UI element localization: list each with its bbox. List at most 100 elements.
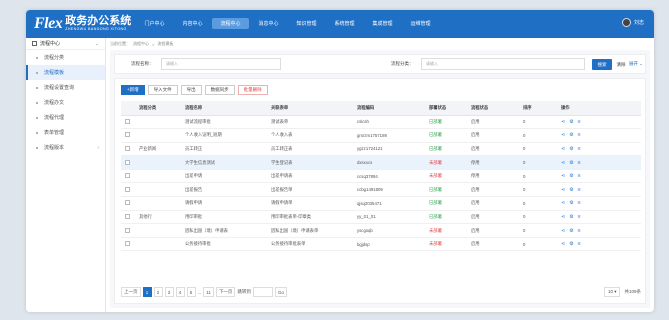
share-icon[interactable]: ⋖: [561, 241, 565, 247]
nav-item-system[interactable]: 系统管理: [326, 18, 363, 29]
deploy-cell: 已部署: [425, 196, 467, 211]
row-checkbox[interactable]: [125, 159, 130, 165]
nav-item-ops[interactable]: 运维管理: [402, 18, 439, 29]
settings-icon[interactable]: ⚙: [569, 187, 573, 193]
share-icon[interactable]: ⋖: [561, 187, 565, 193]
table-row[interactable]: 其他行 用印审批 用印审批表单-印章类 yy_01_01 已部署 启用 0 ⋖ ⚙ ≡: [121, 210, 641, 225]
table-row[interactable]: 出差申请 出差申请表 ccsq37894 未部署 停用 0 ⋖ ⚙ ≡: [121, 169, 641, 184]
name-search-input[interactable]: 请输入: [161, 58, 281, 70]
settings-icon[interactable]: ⚙: [569, 200, 573, 206]
nav-item-portal[interactable]: 门户中心: [136, 18, 173, 29]
code-cell: qjsq2035471: [353, 196, 425, 211]
row-checkbox[interactable]: [125, 241, 130, 247]
import-button[interactable]: 导入文件: [147, 85, 178, 95]
menu-icon[interactable]: ≡: [578, 200, 581, 206]
row-checkbox[interactable]: [125, 227, 130, 233]
settings-icon[interactable]: ⚙: [569, 173, 573, 179]
share-icon[interactable]: ⋖: [561, 214, 565, 220]
nav-item-message[interactable]: 消息中心: [250, 18, 287, 29]
settings-icon[interactable]: ⚙: [569, 146, 573, 152]
settings-icon[interactable]: ⚙: [569, 214, 573, 220]
menu-icon[interactable]: ≡: [578, 228, 581, 234]
sidebar-item-label: 流程分类: [44, 55, 65, 61]
next-page-button[interactable]: 下一页: [215, 287, 236, 297]
menu-icon[interactable]: ≡: [578, 241, 581, 247]
share-icon[interactable]: ⋖: [561, 119, 565, 125]
share-icon[interactable]: ⋖: [561, 146, 565, 152]
category-search-input[interactable]: 请输入: [421, 58, 585, 70]
page-button[interactable]: 4: [175, 287, 185, 297]
breadcrumb-item[interactable]: 流程中心: [133, 41, 149, 47]
page-button[interactable]: 3: [164, 287, 174, 297]
prev-page-button[interactable]: 上一页: [121, 287, 141, 297]
sidebar-item-form[interactable]: 表单管理: [26, 125, 105, 140]
share-icon[interactable]: ⋖: [561, 160, 565, 166]
table-row[interactable]: 产业新闻 员工转正 员工转正表 ygzz1724121 已部署 启用 0 ⋖ ⚙ ≡: [121, 142, 641, 157]
nav-item-process[interactable]: 流程中心: [212, 18, 249, 29]
settings-icon[interactable]: ⚙: [569, 228, 573, 234]
bullet-icon: [36, 131, 38, 134]
sort-cell: 0: [519, 182, 557, 198]
page-button[interactable]: 2: [153, 287, 163, 297]
go-button[interactable]: Go: [274, 287, 287, 297]
row-checkbox[interactable]: [125, 173, 130, 179]
share-icon[interactable]: ⋖: [561, 132, 565, 138]
page-button[interactable]: 1: [142, 287, 152, 297]
row-checkbox[interactable]: [125, 145, 130, 151]
menu-icon[interactable]: ≡: [578, 119, 581, 125]
export-button[interactable]: 导出: [180, 85, 202, 95]
menu-icon[interactable]: ≡: [578, 160, 581, 166]
row-checkbox[interactable]: [125, 200, 130, 206]
table-row[interactable]: 请假申请 请假申请单 qjsq2035471 已部署 启用 0 ⋖ ⚙ ≡: [121, 196, 641, 211]
clear-button[interactable]: 清除: [614, 59, 628, 70]
table-row[interactable]: 公务接待审批 公务接待审批表单 bgjdsp 未部署 启用 0 ⋖ ⚙ ≡: [121, 237, 641, 252]
add-button[interactable]: +新增: [121, 85, 145, 95]
share-icon[interactable]: ⋖: [561, 200, 565, 206]
status-cell: 启用: [467, 142, 519, 157]
menu-icon[interactable]: ≡: [578, 173, 581, 179]
nav-item-knowledge[interactable]: 知识管理: [288, 18, 325, 29]
nav-item-integration[interactable]: 集成管理: [364, 18, 401, 29]
settings-icon[interactable]: ⚙: [569, 160, 573, 166]
user-menu[interactable]: 刘志: [621, 18, 644, 27]
batch-delete-button[interactable]: 批量删除: [237, 85, 268, 95]
menu-icon[interactable]: ≡: [578, 187, 581, 193]
menu-icon[interactable]: ≡: [578, 146, 581, 152]
table-row[interactable]: 因私出国（境）申请表 因私出国（境）申请表单 yscgsqb 未部署 启用 0 ⋖ ⚙ ≡: [121, 223, 641, 238]
share-icon[interactable]: ⋖: [561, 228, 565, 234]
actions-cell: ⋖ ⚙ ≡: [557, 128, 641, 143]
settings-icon[interactable]: ⚙: [569, 132, 573, 138]
menu-icon[interactable]: ≡: [578, 132, 581, 138]
last-page-button[interactable]: 11: [203, 287, 214, 297]
sidebar-item-document[interactable]: 流程办文: [26, 95, 105, 110]
actions-cell: ⋖ ⚙ ≡: [557, 169, 641, 184]
expand-button[interactable]: 展开 ⌄: [629, 61, 643, 67]
page-button[interactable]: 5: [186, 287, 196, 297]
goto-page-input[interactable]: [252, 287, 273, 297]
nav-item-content[interactable]: 内容中心: [174, 18, 211, 29]
table-row[interactable]: 大学生信息测试 学生登记表 dxsxxcs 未部署 停用 0 ⋖ ⚙ ≡: [121, 155, 641, 170]
share-icon[interactable]: ⋖: [561, 173, 565, 179]
row-checkbox[interactable]: [125, 186, 130, 192]
sidebar-item-category[interactable]: 流程分类: [26, 50, 105, 65]
page-size-select[interactable]: 10 ▾: [603, 287, 621, 297]
sync-button[interactable]: 数据同步: [204, 85, 235, 95]
settings-icon[interactable]: ⚙: [569, 241, 573, 247]
sidebar-item-template[interactable]: 流程模板: [26, 65, 105, 80]
table-row[interactable]: 测试流程审批 测试表单 cslcsh 已部署 启用 0 ⋖ ⚙ ≡: [121, 115, 641, 130]
app-logo[interactable]: Flex 政务办公系统 ZHENGWU BANGONG XITONG: [34, 14, 131, 34]
table-row[interactable]: 出差报告 出差报告单 ccbg1491809 已部署 启用 0 ⋖ ⚙ ≡: [121, 182, 641, 198]
row-checkbox[interactable]: [125, 132, 130, 138]
menu-icon[interactable]: ≡: [578, 214, 581, 220]
table-row[interactable]: 个人收入证明_短期 个人收入表 grsrzm1757189 已部署 启用 0 ⋖ ⚙ ≡: [121, 128, 641, 143]
sidebar-item-version[interactable]: 流程版本 ›: [26, 140, 105, 155]
settings-icon[interactable]: ⚙: [569, 119, 573, 125]
actions-cell: ⋖ ⚙ ≡: [557, 142, 641, 157]
sidebar-item-proxy[interactable]: 流程代理: [26, 110, 105, 125]
search-button[interactable]: 搜索: [592, 59, 612, 70]
row-checkbox[interactable]: [125, 118, 130, 124]
sidebar-header[interactable]: 流程中心 ⌄: [26, 38, 105, 50]
row-checkbox[interactable]: [125, 213, 130, 219]
sidebar-item-settings-query[interactable]: 流程设置查询: [26, 80, 105, 95]
main-nav: 门户中心 内容中心 流程中心 消息中心 知识管理 系统管理 集成管理 运维管理: [136, 18, 440, 29]
